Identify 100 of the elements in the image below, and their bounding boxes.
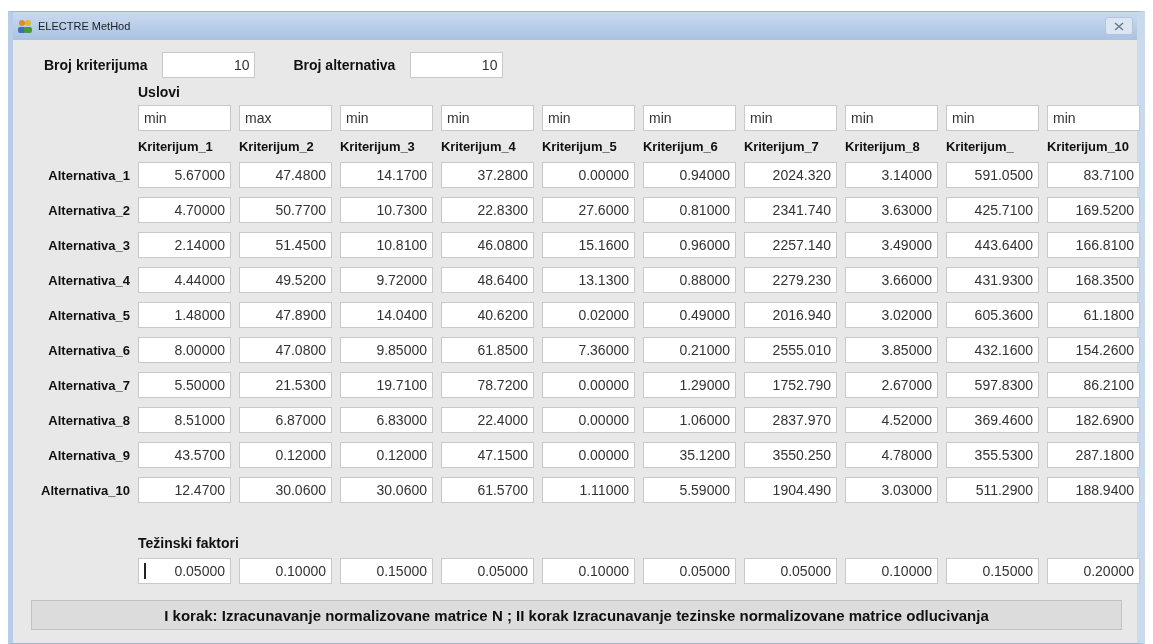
value-field[interactable]: 27.6000: [542, 197, 635, 223]
action-button[interactable]: I korak: Izracunavanje normalizovane matrice N ; II korak Izracunavanje tezinske normalizovane matrice odlucivanja: [31, 600, 1122, 630]
weight-field[interactable]: 0.05000: [643, 558, 736, 584]
value-field[interactable]: 0.00000: [542, 442, 635, 468]
value-field[interactable]: 0.00000: [542, 407, 635, 433]
count-field[interactable]: 10: [162, 52, 256, 78]
value-field[interactable]: 2016.940: [744, 302, 837, 328]
value-field[interactable]: 605.3600: [946, 302, 1039, 328]
value-field[interactable]: 8.51000: [138, 407, 231, 433]
value-field[interactable]: 9.72000: [340, 267, 433, 293]
value-field[interactable]: 425.7100: [946, 197, 1039, 223]
value-field[interactable]: 5.50000: [138, 372, 231, 398]
value-field[interactable]: 61.8500: [441, 337, 534, 363]
value-field[interactable]: 2024.320: [744, 162, 837, 188]
value-field[interactable]: 43.5700: [138, 442, 231, 468]
value-field[interactable]: 5.59000: [643, 477, 736, 503]
value-field[interactable]: 2555.010: [744, 337, 837, 363]
value-field[interactable]: 19.7100: [340, 372, 433, 398]
value-field[interactable]: 12.4700: [138, 477, 231, 503]
value-field[interactable]: 2341.740: [744, 197, 837, 223]
value-field[interactable]: 30.0600: [239, 477, 332, 503]
value-field[interactable]: 1904.490: [744, 477, 837, 503]
value-field[interactable]: 83.7100: [1047, 162, 1140, 188]
value-field[interactable]: 37.2800: [441, 162, 534, 188]
value-field[interactable]: 14.1700: [340, 162, 433, 188]
value-field[interactable]: 0.21000: [643, 337, 736, 363]
value-field[interactable]: 597.8300: [946, 372, 1039, 398]
weight-field[interactable]: 0.05000: [441, 558, 534, 584]
value-field[interactable]: 48.6400: [441, 267, 534, 293]
value-field[interactable]: 3.14000: [845, 162, 938, 188]
value-field[interactable]: 30.0600: [340, 477, 433, 503]
value-field[interactable]: 2257.140: [744, 232, 837, 258]
condition-field[interactable]: min: [643, 105, 736, 131]
value-field[interactable]: 4.70000: [138, 197, 231, 223]
value-field[interactable]: 7.36000: [542, 337, 635, 363]
value-field[interactable]: 287.1800: [1047, 442, 1140, 468]
value-field[interactable]: 10.7300: [340, 197, 433, 223]
value-field[interactable]: 40.6200: [441, 302, 534, 328]
value-field[interactable]: 511.2900: [946, 477, 1039, 503]
value-field[interactable]: 1752.790: [744, 372, 837, 398]
condition-field[interactable]: min: [138, 105, 231, 131]
value-field[interactable]: 0.96000: [643, 232, 736, 258]
value-field[interactable]: 182.6900: [1047, 407, 1140, 433]
condition-field[interactable]: min: [744, 105, 837, 131]
value-field[interactable]: 169.5200: [1047, 197, 1140, 223]
value-field[interactable]: 0.00000: [542, 162, 635, 188]
close-button[interactable]: [1105, 17, 1133, 35]
value-field[interactable]: 3.02000: [845, 302, 938, 328]
value-field[interactable]: 443.6400: [946, 232, 1039, 258]
value-field[interactable]: 47.1500: [441, 442, 534, 468]
value-field[interactable]: 14.0400: [340, 302, 433, 328]
condition-field[interactable]: min: [340, 105, 433, 131]
value-field[interactable]: 0.94000: [643, 162, 736, 188]
condition-field[interactable]: min: [946, 105, 1039, 131]
value-field[interactable]: 2.67000: [845, 372, 938, 398]
value-field[interactable]: 47.8900: [239, 302, 332, 328]
value-field[interactable]: 591.0500: [946, 162, 1039, 188]
value-field[interactable]: 154.2600: [1047, 337, 1140, 363]
value-field[interactable]: 86.2100: [1047, 372, 1140, 398]
value-field[interactable]: 49.5200: [239, 267, 332, 293]
value-field[interactable]: 3.66000: [845, 267, 938, 293]
value-field[interactable]: 1.11000: [542, 477, 635, 503]
value-field[interactable]: 78.7200: [441, 372, 534, 398]
weight-field[interactable]: 0.05000: [138, 558, 231, 584]
value-field[interactable]: 0.12000: [340, 442, 433, 468]
value-field[interactable]: 188.9400: [1047, 477, 1140, 503]
weight-field[interactable]: 0.10000: [542, 558, 635, 584]
count-field[interactable]: 10: [410, 52, 504, 78]
condition-field[interactable]: min: [542, 105, 635, 131]
value-field[interactable]: 35.1200: [643, 442, 736, 468]
weight-field[interactable]: 0.15000: [946, 558, 1039, 584]
condition-field[interactable]: max: [239, 105, 332, 131]
value-field[interactable]: 6.87000: [239, 407, 332, 433]
value-field[interactable]: 355.5300: [946, 442, 1039, 468]
value-field[interactable]: 432.1600: [946, 337, 1039, 363]
condition-field[interactable]: min: [845, 105, 938, 131]
value-field[interactable]: 0.12000: [239, 442, 332, 468]
value-field[interactable]: 4.44000: [138, 267, 231, 293]
value-field[interactable]: 369.4600: [946, 407, 1039, 433]
value-field[interactable]: 0.00000: [542, 372, 635, 398]
value-field[interactable]: 61.1800: [1047, 302, 1140, 328]
value-field[interactable]: 4.52000: [845, 407, 938, 433]
value-field[interactable]: 0.81000: [643, 197, 736, 223]
value-field[interactable]: 8.00000: [138, 337, 231, 363]
value-field[interactable]: 61.5700: [441, 477, 534, 503]
value-field[interactable]: 0.02000: [542, 302, 635, 328]
condition-field[interactable]: min: [1047, 105, 1140, 131]
value-field[interactable]: 47.4800: [239, 162, 332, 188]
value-field[interactable]: 1.48000: [138, 302, 231, 328]
value-field[interactable]: 13.1300: [542, 267, 635, 293]
value-field[interactable]: 1.06000: [643, 407, 736, 433]
value-field[interactable]: 3.03000: [845, 477, 938, 503]
value-field[interactable]: 6.83000: [340, 407, 433, 433]
value-field[interactable]: 5.67000: [138, 162, 231, 188]
weight-field[interactable]: 0.20000: [1047, 558, 1140, 584]
value-field[interactable]: 51.4500: [239, 232, 332, 258]
weight-field[interactable]: 0.05000: [744, 558, 837, 584]
value-field[interactable]: 1.29000: [643, 372, 736, 398]
value-field[interactable]: 0.49000: [643, 302, 736, 328]
value-field[interactable]: 2837.970: [744, 407, 837, 433]
